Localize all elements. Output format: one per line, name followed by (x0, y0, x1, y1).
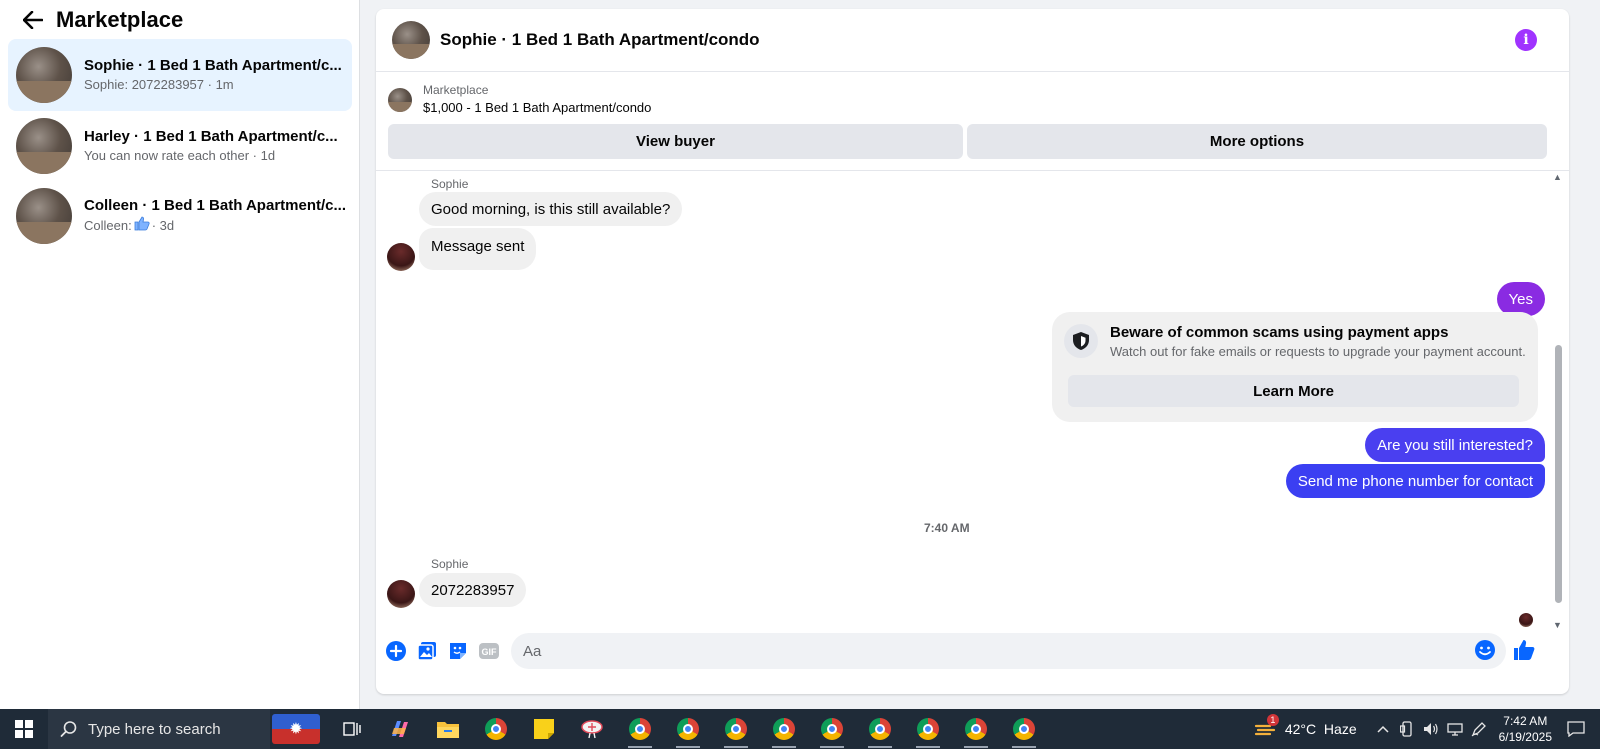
chat-header: Sophie · 1 Bed 1 Bath Apartment/condo i (376, 9, 1569, 72)
info-icon[interactable]: i (1515, 29, 1537, 51)
conversation-preview: You can now rate each other (84, 148, 250, 163)
sender-avatar[interactable] (387, 580, 415, 608)
outgoing-message[interactable]: Send me phone number for contact (1285, 464, 1545, 498)
plus-icon[interactable] (384, 639, 408, 663)
chevron-up-icon[interactable] (1371, 725, 1395, 733)
chat-title[interactable]: Sophie · 1 Bed 1 Bath Apartment/condo (440, 30, 760, 50)
conversation-preview: Sophie: 2072283957 (84, 77, 205, 92)
conversation-time: · 1m (207, 77, 234, 92)
chrome-window-icon[interactable] (856, 709, 904, 749)
conversation-time: · 3d (151, 218, 175, 233)
more-options-button[interactable]: More options (967, 124, 1547, 159)
weather-badge: 1 (1266, 714, 1279, 726)
scroll-down-arrow-icon[interactable]: ▼ (1553, 620, 1562, 630)
pen-icon[interactable] (1467, 721, 1491, 737)
incoming-message[interactable]: Message sent (419, 228, 537, 270)
conversation-title: Colleen · 1 Bed 1 Bath Apartment/c... (84, 197, 346, 214)
copilot-icon[interactable] (376, 709, 424, 749)
conversation-item-sophie[interactable]: Sophie · 1 Bed 1 Bath Apartment/c... Sop… (8, 39, 352, 111)
read-receipt-avatar (1519, 613, 1533, 627)
task-view-icon[interactable] (328, 709, 376, 749)
sidebar-header: Marketplace (0, 0, 359, 40)
scrollbar-thumb[interactable] (1555, 345, 1562, 603)
outgoing-message[interactable]: Yes (1496, 282, 1545, 316)
app-icon[interactable] (568, 709, 616, 749)
chat-panel: Sophie · 1 Bed 1 Bath Apartment/condo i … (376, 9, 1569, 694)
message-sender: Sophie (431, 557, 469, 571)
message-input[interactable] (511, 633, 1506, 669)
chrome-icon[interactable] (472, 709, 520, 749)
chrome-window-icon[interactable] (712, 709, 760, 749)
conversation-title: Harley · 1 Bed 1 Bath Apartment/c... (84, 128, 338, 145)
thumbs-up-icon[interactable] (1512, 638, 1536, 667)
message-scrollbar[interactable]: ▲ ▼ (1553, 172, 1563, 630)
listing-thumbnail (16, 47, 72, 103)
volume-icon[interactable] (1419, 722, 1443, 736)
sidebar-title: Marketplace (56, 7, 184, 32)
sticker-icon[interactable] (446, 639, 470, 663)
scam-warning-card: Beware of common scams using payment app… (1052, 312, 1538, 422)
chat-avatar[interactable] (392, 21, 430, 59)
gif-icon[interactable]: GIF (477, 639, 501, 663)
clock-time: 7:42 AM (1503, 714, 1548, 728)
listing-price-title[interactable]: $1,000 - 1 Bed 1 Bath Apartment/condo (423, 99, 651, 117)
listing-thumbnail (16, 188, 72, 244)
search-placeholder: Type here to search (88, 720, 221, 738)
file-explorer-icon[interactable] (424, 709, 472, 749)
message-sender: Sophie (431, 177, 469, 191)
clock-date: 6/19/2025 (1498, 730, 1552, 744)
outgoing-message[interactable]: Are you still interested? (1365, 428, 1545, 462)
svg-text:GIF: GIF (482, 647, 498, 657)
incoming-message[interactable]: 2072283957 (419, 573, 527, 607)
windows-taskbar: Type here to search ✹ 1 42°C Haze 7:42 A… (0, 709, 1600, 749)
system-tray: 1 42°C Haze 7:42 AM 6/19/2025 (1253, 709, 1600, 749)
conversation-time: · 1d (252, 148, 276, 163)
news-widget-icon[interactable]: ✹ (272, 714, 320, 744)
conversation-item-colleen[interactable]: Colleen · 1 Bed 1 Bath Apartment/c... Co… (8, 180, 352, 252)
notification-icon[interactable] (1564, 721, 1588, 737)
chrome-window-icon[interactable] (904, 709, 952, 749)
sender-avatar[interactable] (387, 243, 415, 271)
network-icon[interactable] (1443, 722, 1467, 736)
sticky-notes-icon[interactable] (520, 709, 568, 749)
listing-thumbnail[interactable] (388, 87, 412, 112)
windows-start-icon[interactable] (0, 709, 48, 749)
chrome-window-icon[interactable] (808, 709, 856, 749)
scroll-up-arrow-icon[interactable]: ▲ (1553, 172, 1562, 182)
conversation-preview: Colleen: (84, 218, 132, 233)
conversation-title: Sophie · 1 Bed 1 Bath Apartment/c... (84, 57, 342, 74)
search-icon (60, 721, 77, 737)
listing-thumbnail (16, 118, 72, 174)
learn-more-button[interactable]: Learn More (1068, 375, 1519, 407)
chrome-window-icon[interactable] (1000, 709, 1048, 749)
weather-text[interactable]: 42°C Haze (1285, 721, 1357, 737)
shield-icon (1064, 324, 1098, 358)
chrome-window-icon[interactable] (664, 709, 712, 749)
view-buyer-button[interactable]: View buyer (388, 124, 963, 159)
emoji-icon[interactable] (1474, 639, 1496, 666)
message-timestamp: 7:40 AM (924, 521, 970, 535)
scam-warning-title: Beware of common scams using payment app… (1110, 324, 1449, 341)
taskbar-clock[interactable]: 7:42 AM 6/19/2025 (1499, 713, 1552, 745)
device-icon[interactable] (1395, 721, 1419, 737)
listing-source: Marketplace (423, 83, 489, 97)
incoming-message[interactable]: Good morning, is this still available? (419, 192, 683, 226)
conversation-sidebar: Marketplace Sophie · 1 Bed 1 Bath Apartm… (0, 0, 360, 709)
chrome-window-icon[interactable] (952, 709, 1000, 749)
scam-warning-text: Watch out for fake emails or requests to… (1110, 344, 1526, 359)
back-arrow-icon[interactable] (20, 7, 46, 33)
message-composer: GIF (376, 633, 1569, 669)
photo-icon[interactable] (415, 639, 439, 663)
chrome-window-icon[interactable] (760, 709, 808, 749)
message-list: Sophie Good morning, is this still avail… (376, 172, 1569, 630)
taskbar-search-box[interactable]: Type here to search (48, 709, 270, 749)
weather-icon[interactable]: 1 (1253, 714, 1279, 738)
chrome-window-icon[interactable] (616, 709, 664, 749)
thumbs-up-icon (134, 216, 150, 236)
listing-banner: Marketplace $1,000 - 1 Bed 1 Bath Apartm… (376, 72, 1569, 171)
conversation-item-harley[interactable]: Harley · 1 Bed 1 Bath Apartment/c... You… (8, 110, 352, 182)
